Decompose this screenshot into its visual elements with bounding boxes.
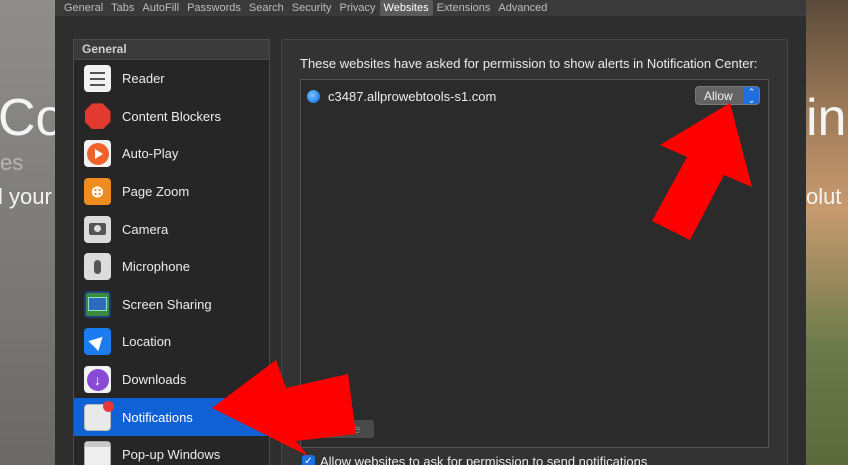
stop-sign-icon (84, 103, 111, 130)
sidebar-item-auto-play[interactable]: Auto-Play (74, 135, 269, 173)
sidebar-item-label: Reader (122, 71, 165, 87)
tab-autofill[interactable]: AutoFill (138, 0, 183, 16)
sidebar-header: General (74, 40, 269, 60)
microphone-icon (84, 253, 111, 281)
preferences-tab-bar: General Tabs AutoFill Passwords Search S… (55, 0, 806, 16)
sidebar-item-label: Content Blockers (122, 108, 221, 124)
site-name: c3487.allprowebtools-s1.com (328, 88, 497, 104)
sidebar-item-label: Location (122, 334, 172, 350)
download-icon: ↓ (84, 366, 111, 394)
tab-passwords[interactable]: Passwords (183, 0, 245, 16)
sidebar-item-reader[interactable]: Reader (74, 60, 269, 98)
sidebar-item-screen-sharing[interactable]: Screen Sharing (74, 286, 269, 324)
sidebar-item-page-zoom[interactable]: ⊕ Page Zoom (74, 173, 269, 211)
tab-general[interactable]: General (60, 0, 107, 16)
sidebar-item-microphone[interactable]: Microphone (74, 248, 269, 286)
sidebar-item-label: Microphone (122, 259, 190, 275)
location-arrow-icon (84, 328, 111, 356)
tab-websites[interactable]: Websites (379, 0, 433, 16)
globe-icon (307, 89, 320, 103)
panel-title: These websites have asked for permission… (300, 56, 758, 71)
sidebar-item-label: Page Zoom (122, 184, 190, 200)
reader-icon (84, 65, 111, 93)
play-icon (84, 140, 111, 168)
tab-tabs[interactable]: Tabs (107, 0, 138, 16)
tab-extensions[interactable]: Extensions (433, 0, 495, 16)
background-subtext-right: olut (806, 184, 842, 209)
zoom-icon: ⊕ (84, 178, 111, 206)
screen-sharing-icon (84, 290, 111, 318)
tab-search[interactable]: Search (245, 0, 288, 16)
sidebar-item-camera[interactable]: Camera (74, 210, 269, 248)
popup-window-icon (84, 441, 111, 465)
sidebar-item-content-blockers[interactable]: Content Blockers (74, 98, 269, 136)
background-headline-right: in (806, 89, 847, 147)
camera-icon (84, 215, 111, 243)
arrow-to-notifications-icon (212, 360, 356, 456)
tab-privacy[interactable]: Privacy (335, 0, 379, 16)
allow-requests-label: Allow websites to ask for permission to … (320, 454, 648, 465)
background-subtext-left: l your (0, 184, 52, 209)
tab-security[interactable]: Security (288, 0, 336, 16)
sidebar-item-label: Auto-Play (122, 146, 179, 162)
sidebar-item-label: Screen Sharing (122, 296, 212, 312)
tab-advanced[interactable]: Advanced (494, 0, 551, 16)
background-photo-left (0, 0, 55, 465)
arrow-to-permission-select-icon (652, 103, 752, 240)
background-faint-text: es (0, 150, 24, 175)
background-photo-right (806, 0, 848, 465)
sidebar-item-label: Downloads (122, 372, 187, 388)
sidebar-item-label: Notifications (122, 409, 193, 425)
sidebar-item-label: Pop-up Windows (122, 447, 221, 463)
notification-icon (84, 400, 114, 431)
sidebar-item-label: Camera (122, 221, 169, 237)
